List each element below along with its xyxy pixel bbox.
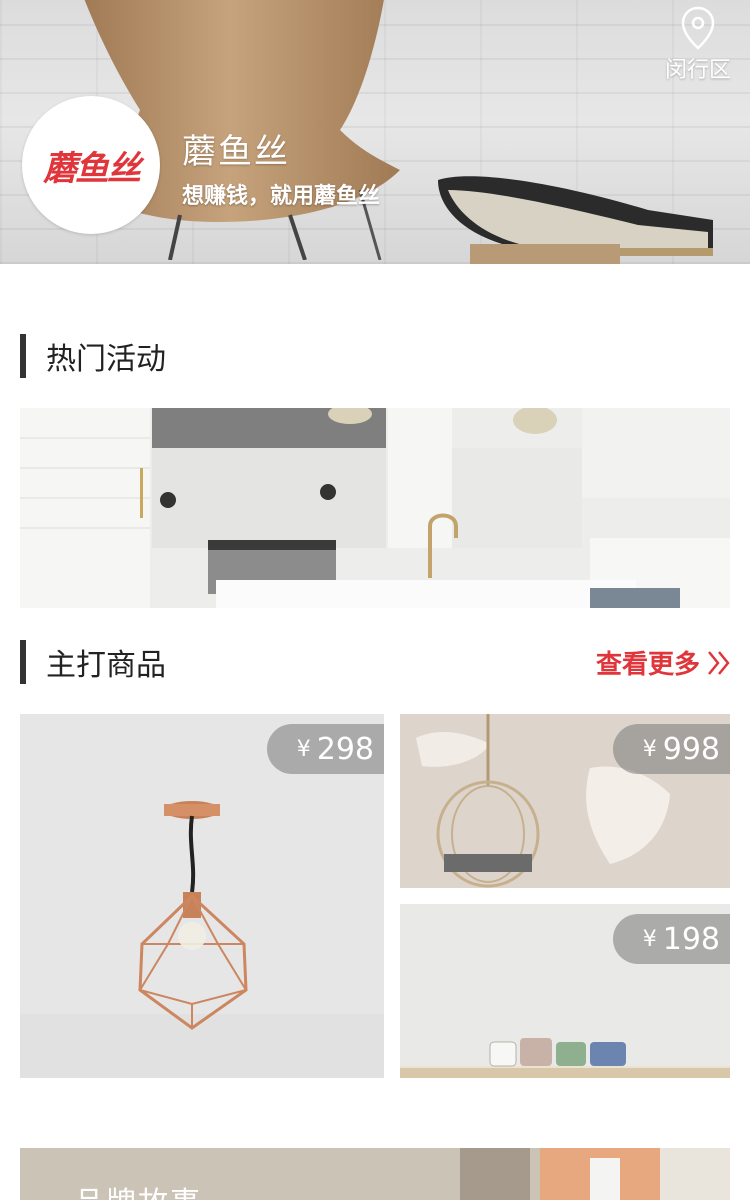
- location-pin-icon: [681, 6, 715, 50]
- price-tag: ¥ 998: [612, 724, 730, 774]
- currency-symbol: ¥: [642, 736, 657, 762]
- price-tag: ¥ 298: [266, 724, 384, 774]
- header-banner: 闵行区 蘑鱼丝 蘑鱼丝 想赚钱，就用蘑鱼丝: [0, 0, 750, 264]
- logo-text: 蘑鱼丝: [43, 148, 141, 189]
- activity-banner-kitchen[interactable]: [20, 408, 730, 608]
- section-title: 主打商品: [46, 648, 166, 683]
- brand-slogan: 想赚钱，就用蘑鱼丝: [182, 184, 381, 209]
- price-tag: ¥ 198: [612, 914, 730, 964]
- double-chevron-right-icon: [708, 650, 730, 675]
- see-more-label: 查看更多: [595, 650, 700, 680]
- price-value: 298: [316, 731, 374, 767]
- section-hot-activities: 热门活动: [20, 334, 166, 378]
- section-title: 热门活动: [46, 342, 166, 377]
- location-label: 闵行区: [664, 58, 731, 83]
- brand-story-banner[interactable]: 品牌故事: [20, 1148, 730, 1200]
- product-card[interactable]: ¥ 198: [400, 904, 730, 1078]
- brand-story-title: 品牌故事: [74, 1178, 202, 1200]
- price-value: 198: [662, 921, 720, 957]
- currency-symbol: ¥: [296, 736, 311, 762]
- price-value: 998: [662, 731, 720, 767]
- brand-logo: 蘑鱼丝: [22, 96, 160, 234]
- see-more-link[interactable]: 查看更多: [596, 644, 732, 681]
- currency-symbol: ¥: [642, 926, 657, 952]
- location-selector[interactable]: 闵行区: [658, 6, 738, 84]
- product-card[interactable]: ¥ 298: [20, 714, 384, 1078]
- stool-illustration: [470, 244, 620, 264]
- product-card[interactable]: ¥ 998: [400, 714, 730, 888]
- kitchen-photo: [20, 408, 730, 608]
- section-featured-products: 主打商品: [20, 640, 166, 684]
- section-bar: [20, 334, 26, 378]
- brand-name: 蘑鱼丝: [182, 132, 290, 172]
- section-bar: [20, 640, 26, 684]
